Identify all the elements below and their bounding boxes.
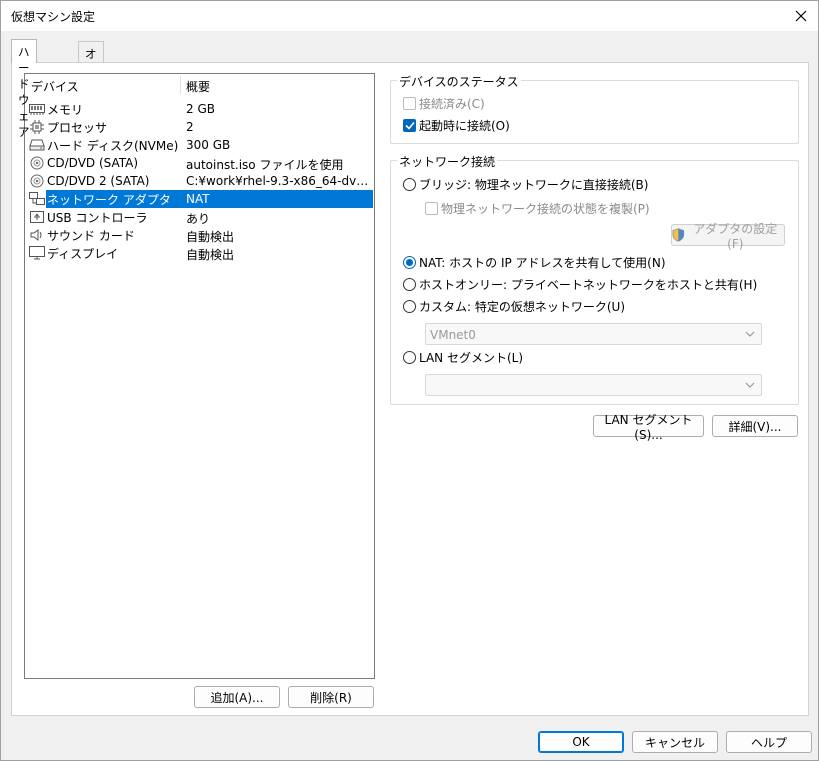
replicate-physical-label: 物理ネットワーク接続の状態を複製(P) [441,202,650,216]
connect-on-start-checkbox-box[interactable] [403,119,416,132]
chevron-down-icon [745,382,755,388]
device-status-title: デバイスのステータス [397,73,521,90]
title-bar: 仮想マシン設定 [1,1,818,31]
column-header-summary[interactable]: 概要 [186,78,210,95]
device-name: プロセッサ [47,120,108,135]
custom-network-select[interactable]: VMnet0 [425,323,762,345]
device-summary: 2 GB [186,102,215,116]
device-name: CD/DVD (SATA) [47,156,139,170]
tab-options[interactable]: オプション [78,41,104,125]
device-summary: autoinst.iso ファイルを使用 [186,158,344,172]
cd-dvd-icon [29,156,45,170]
device-row-sound-card[interactable]: サウンド カード 自動検出 [25,226,374,244]
device-name: ディスプレイ [47,246,119,261]
vm-settings-dialog: 仮想マシン設定 ハードウェア オプション デバイス 概要 メモリ [0,0,819,761]
device-name: メモリ [47,102,84,117]
lan-segment-select[interactable] [425,374,762,396]
device-summary: あり [186,212,211,226]
chevron-down-icon [745,331,755,337]
device-row-hard-disk[interactable]: ハード ディスク(NVMe) 300 GB [25,136,374,154]
add-device-button[interactable]: 追加(A)... [194,686,280,708]
network-connection-group: ネットワーク接続 ブリッジ: 物理ネットワークに直接接続(B) 物理ネットワーク… [390,153,799,405]
device-name: ネットワーク アダプタ [47,192,171,207]
ok-button[interactable]: OK [538,731,624,753]
adapter-settings-label: アダプタの設定(F) [693,221,778,251]
shield-icon [672,228,685,242]
memory-icon [29,102,45,116]
cancel-button[interactable]: キャンセル [632,731,718,753]
bridge-radio-circle[interactable] [403,178,416,191]
tab-hardware[interactable]: ハードウェア [11,39,37,139]
device-row-processor[interactable]: プロセッサ 2 [25,118,374,136]
device-row-usb-controller[interactable]: USB コントローラ あり [25,208,374,226]
adapter-settings-button[interactable]: アダプタの設定(F) [671,222,785,251]
host-only-radio[interactable]: ホストオンリー: プライベートネットワークをホストと共有(H) [403,276,757,293]
device-summary: 自動検出 [186,248,235,262]
network-connection-title: ネットワーク接続 [397,153,498,170]
replicate-physical-checkbox[interactable]: 物理ネットワーク接続の状態を複製(P) [425,200,650,217]
nat-label: NAT: ホストの IP アドレスを共有して使用(N) [419,256,666,270]
column-divider[interactable] [180,76,181,94]
device-summary: 300 GB [186,138,231,152]
device-summary: 自動検出 [186,230,235,244]
nat-radio[interactable]: NAT: ホストの IP アドレスを共有して使用(N) [403,254,666,271]
help-button[interactable]: ヘルプ [726,731,812,753]
bridge-label: ブリッジ: 物理ネットワークに直接接続(B) [419,178,649,192]
display-icon [29,246,45,260]
device-row-cd-dvd-2[interactable]: CD/DVD 2 (SATA) C:¥work¥rhel-9.3-x86_64-… [25,172,374,190]
hardware-panel: デバイス 概要 メモリ 2 GB プロセッサ 2 ハード ディスク(NVMe) … [11,62,809,716]
device-name: USB コントローラ [47,210,148,225]
device-summary: C:¥work¥rhel-9.3-x86_64-dvd.i... [186,174,371,188]
device-row-display[interactable]: ディスプレイ 自動検出 [25,244,374,262]
close-icon [795,10,807,22]
connect-on-start-label: 起動時に接続(O) [419,119,510,133]
lan-segment-label: LAN セグメント(L) [419,351,524,365]
bridge-radio[interactable]: ブリッジ: 物理ネットワークに直接接続(B) [403,176,648,193]
column-header-device[interactable]: デバイス [31,78,79,95]
processor-icon [29,120,45,134]
custom-radio[interactable]: カスタム: 特定の仮想ネットワーク(U) [403,298,625,315]
replicate-physical-checkbox-box[interactable] [425,202,438,215]
connect-on-start-checkbox[interactable]: 起動時に接続(O) [403,117,510,134]
advanced-button[interactable]: 詳細(V)... [712,415,798,437]
hard-disk-icon [29,138,45,152]
device-name: サウンド カード [47,228,135,243]
device-row-memory[interactable]: メモリ 2 GB [25,100,374,118]
remove-device-button[interactable]: 削除(R) [288,686,374,708]
cd-dvd-icon [29,174,45,188]
lan-segment-radio[interactable]: LAN セグメント(L) [403,349,523,366]
custom-label: カスタム: 特定の仮想ネットワーク(U) [419,300,626,314]
device-row-network-adapter[interactable]: ネットワーク アダプタ NAT [25,190,374,208]
checkmark-icon [404,121,415,130]
host-only-radio-circle[interactable] [403,278,416,291]
custom-radio-circle[interactable] [403,300,416,313]
window-title: 仮想マシン設定 [11,10,96,24]
custom-network-value: VMnet0 [430,328,476,342]
connected-label: 接続済み(C) [419,97,485,111]
device-summary: NAT [186,192,210,206]
host-only-label: ホストオンリー: プライベートネットワークをホストと共有(H) [419,278,758,292]
usb-icon [29,210,45,224]
lan-segment-radio-circle[interactable] [403,351,416,364]
lan-segments-button[interactable]: LAN セグメント(S)... [593,413,704,442]
connected-checkbox[interactable]: 接続済み(C) [403,95,485,112]
device-list[interactable]: デバイス 概要 メモリ 2 GB プロセッサ 2 ハード ディスク(NVMe) … [24,73,375,679]
device-status-group: デバイスのステータス 接続済み(C) 起動時に接続(O) [390,73,799,144]
close-button[interactable] [788,3,814,29]
list-header: デバイス 概要 [25,74,374,96]
network-adapter-icon [29,192,45,206]
device-summary: 2 [186,120,194,134]
nat-radio-circle[interactable] [403,256,416,269]
sound-icon [29,228,45,242]
device-row-cd-dvd[interactable]: CD/DVD (SATA) autoinst.iso ファイルを使用 [25,154,374,172]
device-name: CD/DVD 2 (SATA) [47,174,150,188]
connected-checkbox-box[interactable] [403,97,416,110]
tab-hardware-label: ハードウェア [18,45,30,139]
device-name: ハード ディスク(NVMe) [47,138,179,153]
